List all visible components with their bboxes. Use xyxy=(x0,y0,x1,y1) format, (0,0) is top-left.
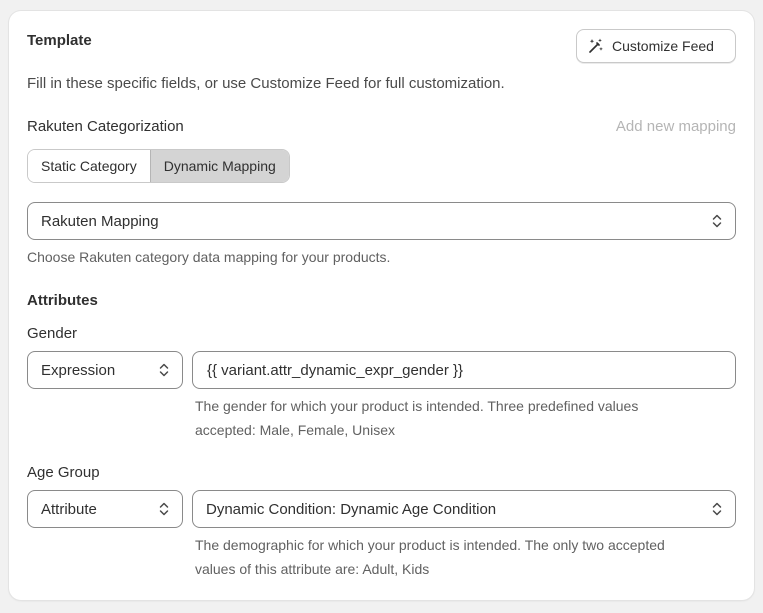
gender-label: Gender xyxy=(27,325,78,342)
magic-wand-icon xyxy=(589,38,603,53)
customize-feed-button[interactable]: Customize Feed xyxy=(576,29,736,63)
age-group-help-text: The demographic for which your product i… xyxy=(195,533,665,581)
age-group-help-line-2: values of this attribute are: Adult, Kid… xyxy=(195,561,430,577)
customize-feed-label: Customize Feed xyxy=(612,38,714,54)
gender-help-line-2: accepted: Male, Female, Unisex xyxy=(195,422,395,438)
mapping-help-text: Choose Rakuten category data mapping for… xyxy=(27,249,391,265)
age-group-attribute-select[interactable]: Dynamic Condition: Dynamic Age Condition xyxy=(192,490,736,528)
card-description: Fill in these specific fields, or use Cu… xyxy=(27,75,505,92)
gender-help-line-1: The gender for which your product is int… xyxy=(195,398,639,414)
categorization-label: Rakuten Categorization xyxy=(27,118,184,135)
chevron-up-down-icon xyxy=(159,502,169,516)
attributes-heading: Attributes xyxy=(27,292,98,309)
gender-help-text: The gender for which your product is int… xyxy=(195,394,638,442)
gender-type-select[interactable]: Expression xyxy=(27,351,183,389)
add-new-mapping-link[interactable]: Add new mapping xyxy=(616,118,736,135)
gender-expression-value: {{ variant.attr_dynamic_expr_gender }} xyxy=(207,361,464,379)
gender-expression-input[interactable]: {{ variant.attr_dynamic_expr_gender }} xyxy=(192,351,736,389)
template-card: Template Customize Feed Fill in these sp… xyxy=(9,11,754,600)
rakuten-mapping-select[interactable]: Rakuten Mapping xyxy=(27,202,736,240)
age-group-help-line-1: The demographic for which your product i… xyxy=(195,537,665,553)
card-title: Template xyxy=(27,32,92,49)
chevron-up-down-icon xyxy=(712,502,722,516)
age-group-attribute-value: Dynamic Condition: Dynamic Age Condition xyxy=(206,500,497,518)
age-group-label: Age Group xyxy=(27,464,100,481)
tab-static-category[interactable]: Static Category xyxy=(28,150,150,182)
chevron-up-down-icon xyxy=(159,363,169,377)
categorization-segmented-control: Static Category Dynamic Mapping xyxy=(27,149,290,183)
chevron-up-down-icon xyxy=(712,214,722,228)
age-group-type-value: Attribute xyxy=(41,500,97,518)
gender-type-value: Expression xyxy=(41,361,116,379)
tab-dynamic-mapping[interactable]: Dynamic Mapping xyxy=(149,150,289,182)
age-group-type-select[interactable]: Attribute xyxy=(27,490,183,528)
rakuten-mapping-value: Rakuten Mapping xyxy=(41,212,159,230)
